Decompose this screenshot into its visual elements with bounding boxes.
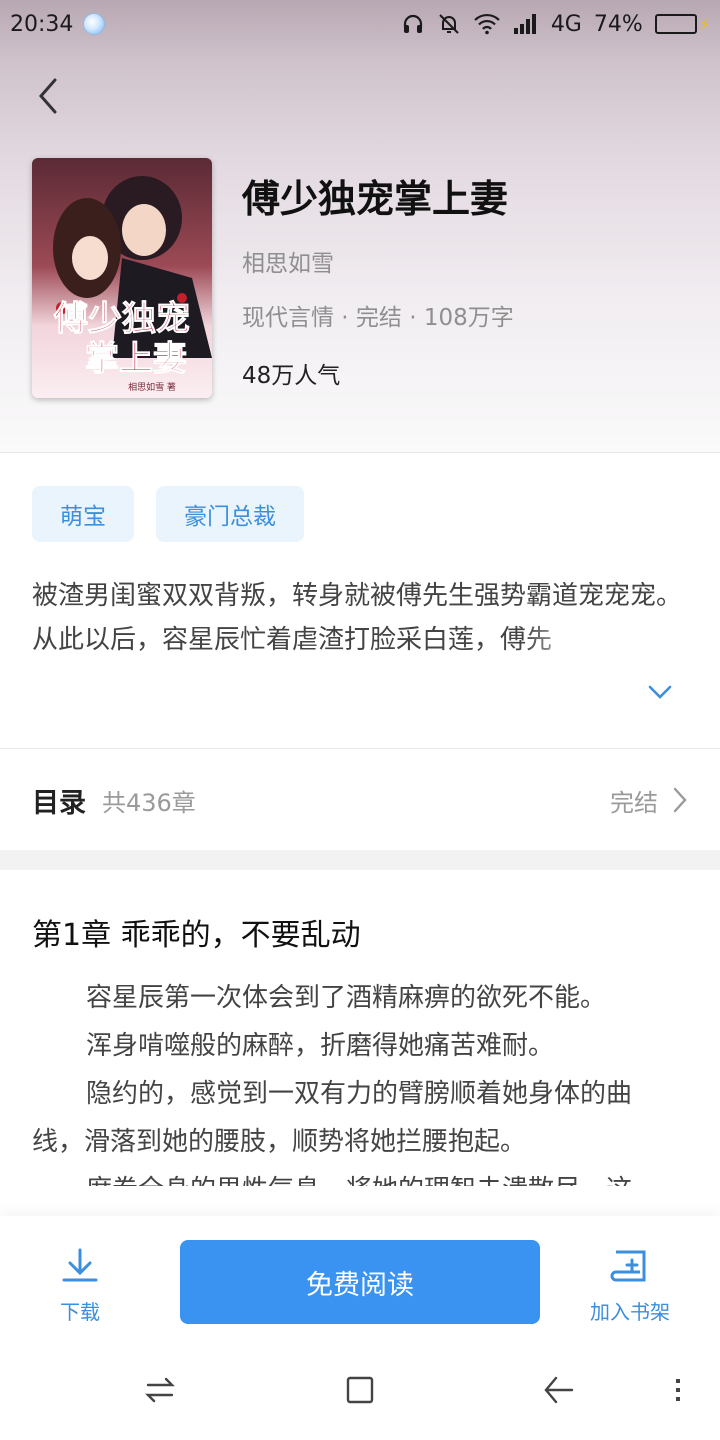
status-icons: 4G 74% ⚡ xyxy=(401,12,710,37)
status-bar: 20:34 4G 74% ⚡ xyxy=(0,0,720,48)
book-popularity: 48万人气 xyxy=(242,363,341,389)
headphone-icon xyxy=(401,12,425,36)
mute-icon xyxy=(437,12,461,36)
book-cover[interactable]: 傅少独宠 掌上妻 相思如雪 著 xyxy=(32,158,212,398)
chevron-right-icon xyxy=(672,786,688,814)
chapter-paragraph: 浑身啃噬般的麻醉，折磨得她痛苦难耐。 xyxy=(86,1031,555,1061)
chapter-paragraph: 容星辰第一次体会到了酒精麻痹的欲死不能。 xyxy=(86,983,607,1013)
status-time: 20:34 xyxy=(10,11,74,37)
free-read-button[interactable]: 免费阅读 xyxy=(180,1240,540,1324)
tag-haomen-zongcai[interactable]: 豪门总裁 xyxy=(156,486,304,542)
wifi-icon xyxy=(473,13,501,35)
network-type: 4G xyxy=(550,11,582,37)
catalog-row[interactable]: 目录 共436章 完结 xyxy=(0,750,720,850)
book-title: 傅少独宠掌上妻 xyxy=(242,177,509,221)
book-author[interactable]: 相思如雪 xyxy=(242,244,334,278)
chapter-preview[interactable]: 容星辰第一次体会到了酒精麻痹的欲死不能。 浑身啃噬般的麻醉，折磨得她痛苦难耐。 … xyxy=(32,974,682,1186)
tag-mengbao[interactable]: 萌宝 xyxy=(32,486,134,542)
section-gap xyxy=(0,850,720,870)
back-icon xyxy=(39,78,57,114)
download-label: 下载 xyxy=(60,1300,100,1324)
synopsis[interactable]: 被渣男闺蜜双双背叛，转身就被傅先生强势霸道宠宠宠。 从此以后，容星辰忙着虐渣打脸… xyxy=(32,574,682,662)
menu-icon[interactable] xyxy=(672,1374,684,1410)
home-square-icon[interactable] xyxy=(344,1374,376,1410)
download-icon xyxy=(62,1248,98,1282)
bookshelf-add-icon xyxy=(610,1250,646,1282)
book-meta: 现代言情 · 完结 · 108万字 xyxy=(242,305,514,331)
bottom-action-bar: 下载 免费阅读 加入书架 xyxy=(0,1216,720,1340)
divider xyxy=(0,748,720,749)
synopsis-line1: 被渣男闺蜜双双背叛，转身就被傅先生强势霸道宠宠宠。 xyxy=(32,581,683,611)
catalog-count: 共436章 xyxy=(102,788,196,817)
cover-title-line1: 傅少独宠 xyxy=(53,299,190,339)
switch-icon[interactable] xyxy=(144,1374,176,1410)
add-to-shelf-button[interactable]: 加入书架 xyxy=(590,1246,670,1325)
cover-title-line2: 掌上妻 xyxy=(85,339,187,379)
catalog-status: 完结 xyxy=(610,788,658,817)
nav-back-icon[interactable] xyxy=(542,1374,576,1410)
chapter-title[interactable]: 第1章 乖乖的，不要乱动 xyxy=(32,910,361,954)
divider xyxy=(0,452,720,453)
system-nav-bar xyxy=(0,1340,720,1440)
battery-percent: 74% xyxy=(593,11,643,37)
weather-icon xyxy=(83,13,106,35)
back-button[interactable] xyxy=(28,74,68,118)
download-button[interactable]: 下载 xyxy=(60,1246,100,1325)
shelf-label: 加入书架 xyxy=(590,1300,670,1324)
catalog-label: 目录 xyxy=(32,787,86,819)
chapter-paragraph: 隐约的，感觉到一双有力的臂膀顺着她身体的曲线，滑落到她的腰肢，顺势将她拦腰抱起。 xyxy=(32,1079,633,1157)
battery-icon: ⚡ xyxy=(654,14,710,34)
chevron-down-icon[interactable] xyxy=(644,676,676,708)
chapter-paragraph: 席卷全身的男性气息，将她的理智击溃散尽，这 xyxy=(32,1166,682,1186)
cover-author: 相思如雪 著 xyxy=(128,381,176,393)
synopsis-line2: 从此以后，容星辰忙着虐渣打脸采白莲，傅先 xyxy=(32,625,553,655)
signal-icon xyxy=(513,13,539,35)
